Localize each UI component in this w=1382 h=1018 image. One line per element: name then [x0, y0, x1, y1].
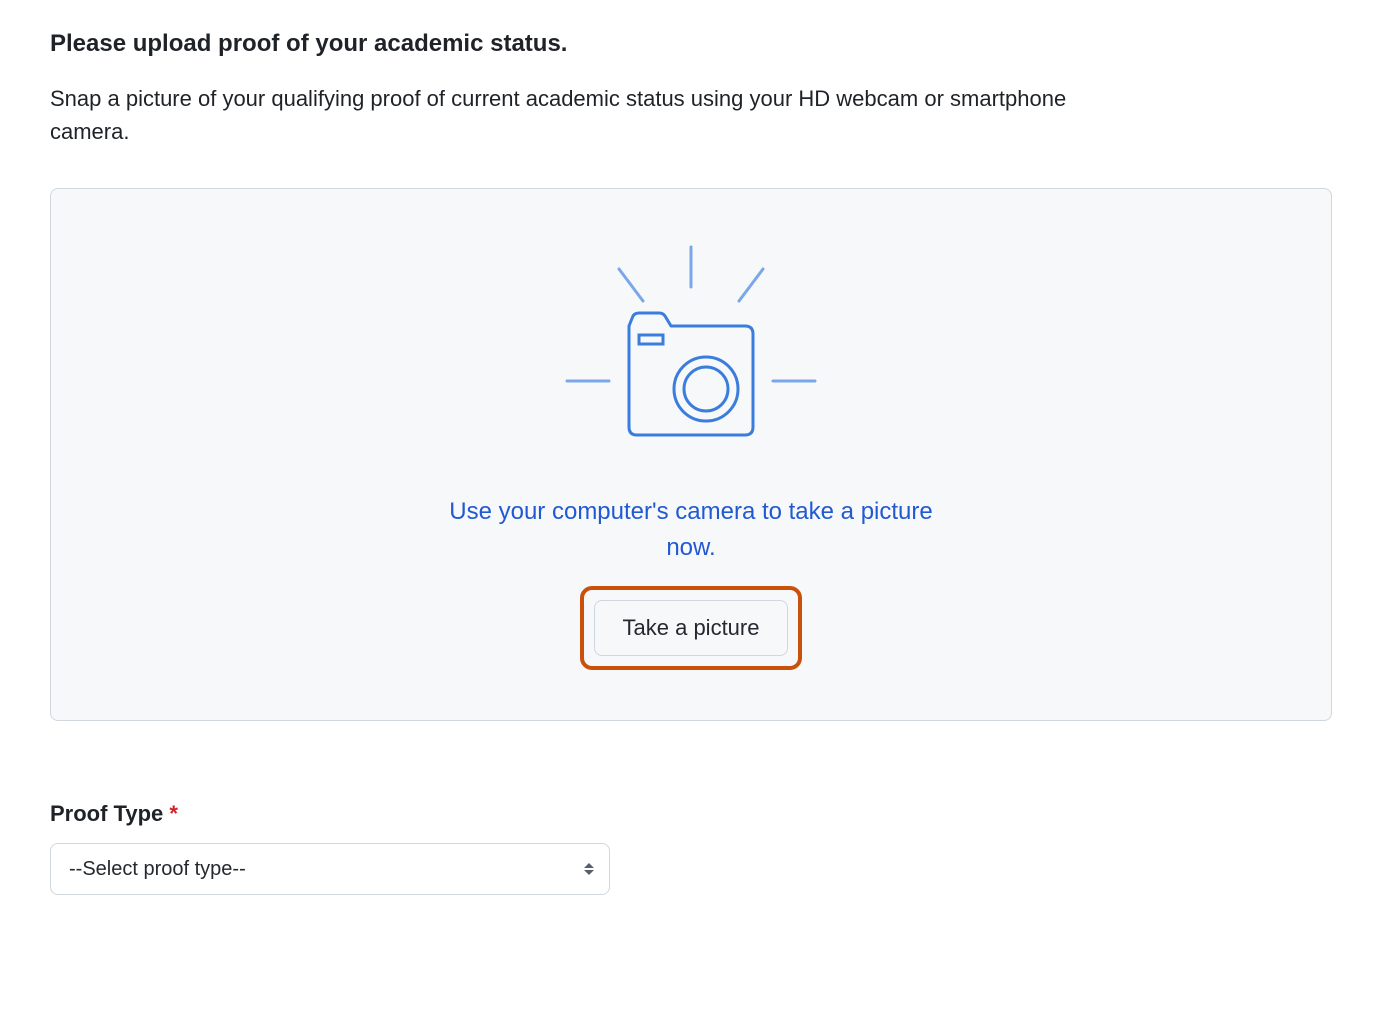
required-asterisk: * [169, 801, 178, 826]
proof-type-label-text: Proof Type [50, 801, 163, 826]
take-picture-button[interactable]: Take a picture [594, 600, 789, 656]
camera-icon [511, 239, 871, 464]
proof-type-select-wrap: --Select proof type-- [50, 843, 610, 895]
upload-box: Use your computer's camera to take a pic… [50, 188, 1332, 721]
upload-description: Snap a picture of your qualifying proof … [50, 82, 1150, 148]
proof-type-label: Proof Type * [50, 801, 1332, 827]
upload-heading: Please upload proof of your academic sta… [50, 30, 1332, 58]
proof-type-select[interactable]: --Select proof type-- [50, 843, 610, 895]
highlight-frame: Take a picture [580, 586, 803, 670]
camera-instruction-text: Use your computer's camera to take a pic… [441, 494, 941, 566]
